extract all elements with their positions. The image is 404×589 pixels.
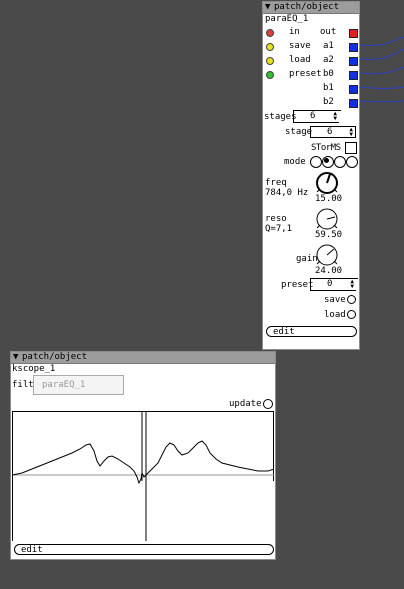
inlet-load-icon[interactable] — [266, 57, 274, 65]
object-type-label: patch/object — [22, 352, 88, 362]
inlet-save-label: save — [289, 41, 311, 51]
preset-label: preset — [281, 280, 314, 290]
scope-display — [12, 411, 274, 541]
stages-label: stages — [264, 112, 297, 122]
outlet-b1-label: b1 — [323, 83, 334, 93]
outlet-b0-label: b0 — [323, 69, 334, 79]
stages-value: 6 — [310, 111, 316, 121]
spinner-arrows-icon[interactable]: ▲ ▼ — [349, 127, 353, 138]
mode-radio-1[interactable] — [310, 156, 322, 168]
edit-button[interactable]: edit — [266, 326, 357, 337]
collapse-triangle-icon[interactable]: ▼ — [13, 352, 18, 363]
outlet-a2-label: a2 — [323, 55, 334, 65]
save-button[interactable] — [347, 295, 356, 304]
connection-wires — [360, 36, 404, 103]
filter-input[interactable]: paraEQ_1 — [33, 375, 124, 395]
outlet-a1-label: a1 — [323, 41, 334, 51]
object-header[interactable]: ▼ patch/object — [11, 352, 275, 364]
stage-value: 6 — [327, 127, 333, 137]
preset-number-box[interactable]: 0 ▲ ▼ — [310, 279, 356, 291]
outlet-b2-icon[interactable] — [349, 99, 358, 108]
stormls-label: STorMS — [311, 143, 341, 153]
gain-knob[interactable] — [314, 242, 340, 268]
outlet-b1-icon[interactable] — [349, 85, 358, 94]
object-name: paraEQ_1 — [265, 14, 309, 24]
mode-label: mode — [284, 157, 306, 167]
outlet-out-icon[interactable] — [349, 29, 358, 38]
object-name: kscope_1 — [12, 364, 56, 374]
save-label: save — [324, 295, 346, 305]
mode-radio-2[interactable] — [322, 156, 334, 168]
spinner-arrows-icon[interactable]: ▲ ▼ — [333, 111, 337, 122]
object-type-label: patch/object — [274, 2, 340, 12]
reso-readout: Q=7,1 — [265, 224, 293, 234]
freq-knob[interactable] — [314, 170, 340, 196]
paraeq-object[interactable]: ▼ patch/object paraEQ_1 in save load pre… — [262, 1, 360, 350]
freq-value: 15.00 — [315, 194, 343, 204]
load-label: load — [324, 310, 346, 320]
edit-button[interactable]: edit — [14, 544, 274, 555]
filter-placeholder: paraEQ_1 — [42, 380, 86, 390]
outlet-a1-icon[interactable] — [349, 43, 358, 52]
inlet-preset-icon[interactable] — [266, 71, 274, 79]
outlet-a2-icon[interactable] — [349, 57, 358, 66]
mode-radio-4[interactable] — [346, 156, 358, 168]
stormls-toggle[interactable] — [345, 142, 357, 154]
stage-label: stage — [285, 127, 313, 137]
collapse-triangle-icon[interactable]: ▼ — [265, 2, 270, 13]
outlet-b0-icon[interactable] — [349, 71, 358, 80]
outlet-out-label: out — [320, 27, 337, 37]
preset-value: 0 — [327, 279, 333, 289]
kscope-object[interactable]: ▼ patch/object kscope_1 filter paraEQ_1 … — [10, 351, 276, 560]
reso-value: 59.50 — [315, 230, 343, 240]
stage-number-box[interactable]: 6 ▲ ▼ — [310, 126, 356, 138]
freq-readout: 784,0 Hz — [265, 188, 309, 198]
load-button[interactable] — [347, 310, 356, 319]
stages-number-box[interactable]: 6 ▲ ▼ — [293, 111, 339, 123]
reso-knob[interactable] — [314, 206, 340, 232]
mode-radio-3[interactable] — [334, 156, 346, 168]
inlet-load-label: load — [289, 55, 311, 65]
inlet-in-label: in — [289, 27, 300, 37]
inlet-in-icon[interactable] — [266, 29, 274, 37]
inlet-preset-label: preset — [289, 69, 322, 79]
update-button[interactable] — [263, 399, 273, 409]
object-header[interactable]: ▼ patch/object — [263, 2, 359, 14]
outlet-b2-label: b2 — [323, 97, 334, 107]
inlet-save-icon[interactable] — [266, 43, 274, 51]
update-label: update — [229, 399, 262, 409]
gain-value: 24.00 — [315, 266, 343, 276]
spinner-arrows-icon[interactable]: ▲ ▼ — [350, 279, 354, 290]
